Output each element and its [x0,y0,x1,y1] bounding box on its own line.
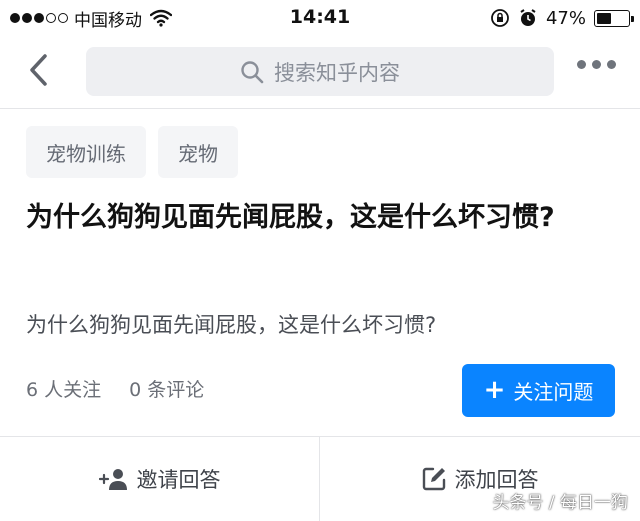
followers-count[interactable]: 6 人关注 [26,373,101,407]
chevron-left-icon [30,54,47,86]
search-input[interactable]: 搜索知乎内容 [86,47,554,96]
back-button[interactable] [20,52,56,88]
battery-level [597,12,612,24]
question-detail[interactable]: 为什么狗狗见面先闻屁股，这是什么坏习惯? [26,308,621,342]
battery-icon [594,9,634,27]
topic-tag[interactable]: 宠物 [158,126,238,178]
status-bar: 中国移动 14:41 47% [0,0,640,36]
alarm-icon [520,9,536,26]
question-title: 为什么狗狗见面先闻屁股，这是什么坏习惯? [26,202,555,233]
search-icon [241,60,264,83]
follow-button-label: 关注问题 [513,380,594,404]
more-options-button[interactable] [577,60,616,69]
nav-bar: 搜索知乎内容 [0,40,640,102]
battery-percent: 47% [545,7,586,29]
topic-tag[interactable]: 宠物训练 [26,126,146,178]
comments-count[interactable]: 0 条评论 [129,373,204,407]
more-horizontal-icon [577,60,586,69]
add-user-icon [98,469,127,490]
follow-question-button[interactable]: + 关注问题 [462,364,615,417]
status-right: 47% [490,7,634,29]
topic-tags: 宠物训练 宠物 [26,126,238,178]
invite-answer-label: 邀请回答 [136,468,221,492]
plus-icon: + [483,374,506,405]
search-placeholder: 搜索知乎内容 [274,60,400,85]
question-meta: 6 人关注 0 条评论 [26,373,204,407]
watermark: 头条号 / 每日一狗 [492,493,628,513]
invite-answer-button[interactable]: 邀请回答 [0,437,319,521]
edit-icon [422,467,445,491]
orientation-lock-icon [491,9,509,27]
divider [0,108,640,109]
